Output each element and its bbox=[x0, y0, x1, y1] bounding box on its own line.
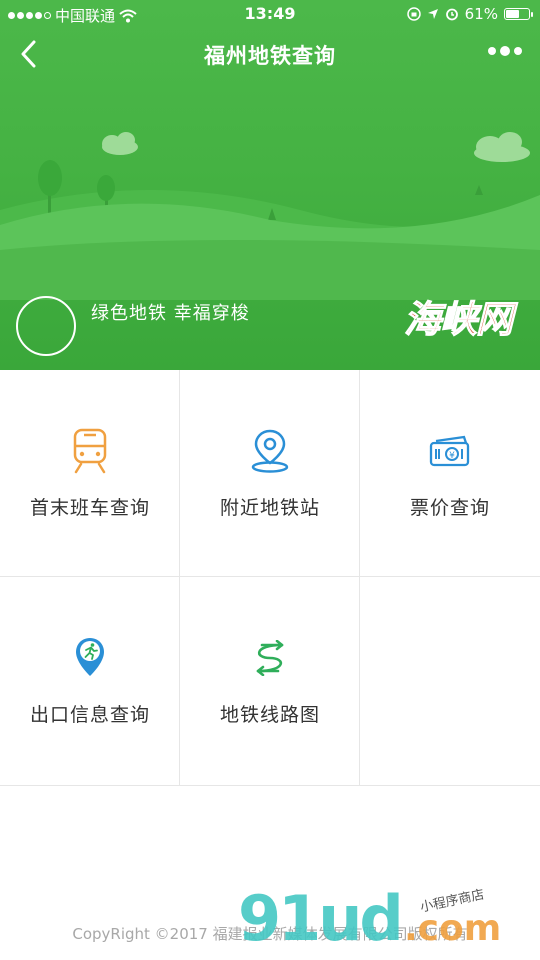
menu-label: 出口信息查询 bbox=[29, 704, 150, 726]
menu-first-last-train[interactable]: 首末班车查询 bbox=[0, 370, 180, 577]
menu-line-map[interactable]: 地铁线路图 bbox=[180, 577, 360, 785]
menu-grid: 首末班车查询 附近地铁站 ¥ 票价查询 出口信息查询 地铁线路图 bbox=[0, 370, 540, 786]
status-right: 61% bbox=[406, 5, 533, 23]
route-switch-icon bbox=[247, 635, 293, 681]
nav-bar: 福州地铁查询 bbox=[0, 28, 540, 80]
more-dot bbox=[488, 47, 496, 55]
hero-landscape-illustration bbox=[0, 132, 540, 300]
svg-text:海峡网: 海峡网 bbox=[404, 297, 518, 341]
more-options-button[interactable] bbox=[488, 46, 522, 56]
battery-level-fill bbox=[506, 10, 519, 18]
menu-label: 首末班车查询 bbox=[29, 497, 150, 519]
menu-nearby-stations[interactable]: 附近地铁站 bbox=[180, 370, 360, 577]
watermark-logo: 91ud .com 小程序商店 bbox=[238, 882, 501, 955]
menu-empty-slot bbox=[360, 577, 540, 785]
menu-label: 票价查询 bbox=[409, 497, 490, 519]
location-arrow-icon bbox=[427, 9, 438, 19]
exit-runner-icon bbox=[67, 635, 113, 681]
haixia-logo: 海峡网 bbox=[403, 296, 519, 341]
train-icon bbox=[67, 428, 113, 474]
more-dot bbox=[514, 47, 522, 55]
hero-slogan: 绿色地铁 幸福穿梭 bbox=[91, 303, 250, 324]
user-avatar[interactable] bbox=[16, 296, 76, 356]
svg-text:.com: .com bbox=[404, 908, 501, 949]
more-dot bbox=[500, 46, 510, 56]
svg-text:91ud: 91ud bbox=[238, 882, 401, 955]
menu-label: 附近地铁站 bbox=[219, 497, 320, 519]
hero-banner: 中国联通 13:49 61% 福州地铁查询 绿色地铁 幸福穿梭 海峡网 bbox=[0, 0, 540, 370]
orientation-lock-icon bbox=[406, 7, 421, 21]
menu-label: 地铁线路图 bbox=[219, 704, 320, 726]
battery-percent: 61% bbox=[464, 5, 498, 23]
location-pin-icon bbox=[247, 428, 293, 474]
svg-text:¥: ¥ bbox=[449, 451, 455, 461]
menu-fare-query[interactable]: ¥ 票价查询 bbox=[360, 370, 540, 577]
ticket-icon: ¥ bbox=[427, 428, 473, 474]
alarm-icon bbox=[445, 8, 458, 21]
page-title: 福州地铁查询 bbox=[204, 44, 336, 68]
menu-exit-info[interactable]: 出口信息查询 bbox=[0, 577, 180, 785]
status-bar: 中国联通 13:49 61% bbox=[0, 0, 540, 28]
battery-icon bbox=[504, 8, 533, 20]
